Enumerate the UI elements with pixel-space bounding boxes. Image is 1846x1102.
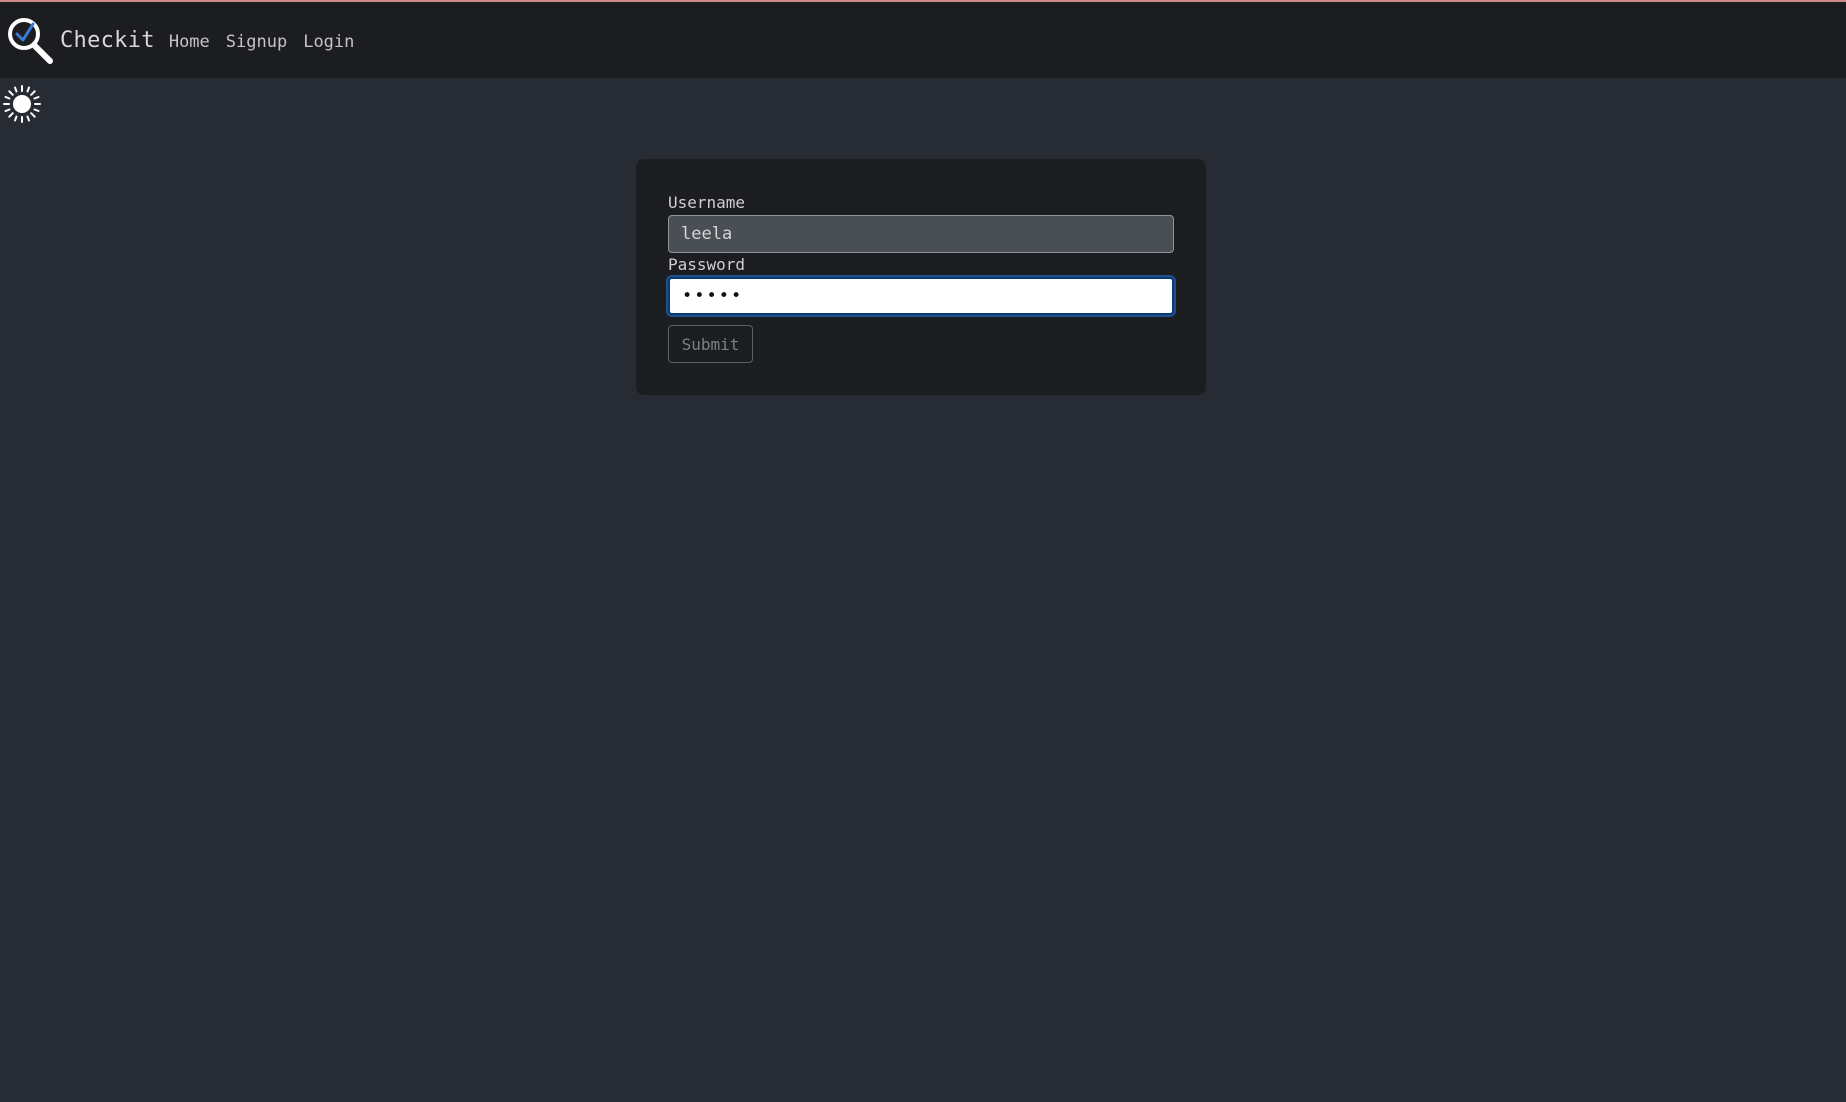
nav-links: Home Signup Login: [169, 32, 371, 52]
nav-link-login[interactable]: Login: [303, 32, 354, 52]
password-input[interactable]: [668, 277, 1174, 315]
submit-button[interactable]: Submit: [668, 325, 753, 363]
login-card: Username Password Submit: [636, 159, 1206, 395]
theme-toggle-button[interactable]: [2, 84, 42, 124]
username-label: Username: [668, 193, 746, 212]
nav-link-signup[interactable]: Signup: [226, 32, 287, 52]
navbar: Checkit Home Signup Login: [0, 2, 1846, 78]
magnifier-check-logo-icon: [8, 18, 53, 64]
password-label: Password: [668, 255, 746, 274]
brand-name: Checkit: [60, 27, 155, 53]
username-input[interactable]: [668, 215, 1174, 253]
nav-link-home[interactable]: Home: [169, 32, 210, 52]
brand-link[interactable]: Checkit: [6, 16, 155, 64]
sun-icon: [3, 85, 41, 123]
